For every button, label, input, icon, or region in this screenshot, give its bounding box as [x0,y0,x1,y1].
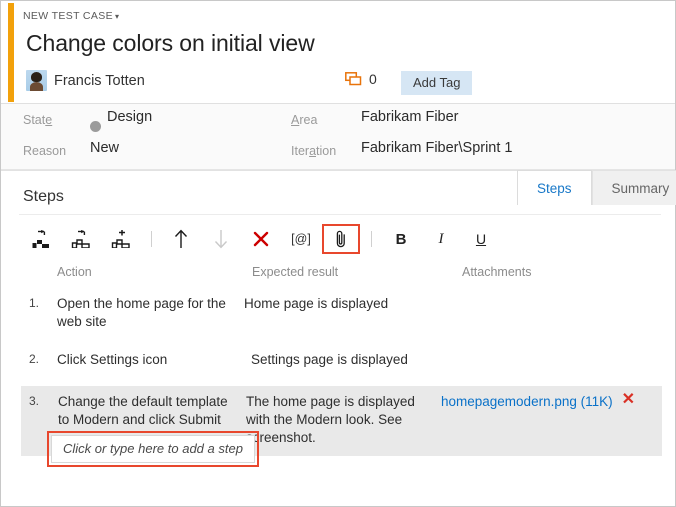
steps-panel-heading: Steps [23,188,64,205]
iteration-value[interactable]: Fabrikam Fiber\Sprint 1 [361,140,513,156]
column-header-attachments: Attachments [462,265,532,279]
tab-steps[interactable]: Steps [517,170,592,205]
column-header-action: Action [57,265,92,279]
table-column-headers: Action Expected result Attachments [1,265,675,287]
avatar [26,70,47,91]
row-number: 2. [28,352,39,366]
fields-strip: State Design Reason New Area Fabrikam Fi… [1,104,675,170]
steps-toolbar: [@] B I U [21,221,661,257]
state-dot [90,121,101,132]
test-case-window: NEW TEST CASE ▾ Change colors on initial … [0,0,676,507]
row-action[interactable]: Open the home page for the web site [39,295,244,331]
state-label: State [23,113,53,127]
italic-icon[interactable]: I [421,223,461,255]
bold-icon[interactable]: B [381,223,421,255]
panel-divider [19,214,661,215]
breadcrumb-label: NEW TEST CASE [23,10,113,22]
state-value[interactable]: Design [107,109,152,125]
breadcrumb[interactable]: NEW TEST CASE ▾ [23,10,119,22]
italic-label: I [438,230,444,247]
steps-panel: Steps [@] B I U Action Expected result A… [1,170,675,473]
move-down-icon[interactable] [201,223,241,255]
column-header-expected: Expected result [252,265,339,279]
table-row[interactable]: 1. Open the home page for the web site H… [1,289,675,337]
remove-attachment-icon[interactable]: ✕ [622,392,635,408]
underline-icon[interactable]: U [461,223,501,255]
insert-parameter-icon[interactable]: [@] [281,223,321,255]
chevron-down-icon[interactable]: ▾ [115,12,119,21]
discussion-count: 0 [369,71,377,87]
insert-step-icon[interactable] [21,223,61,255]
assignee-name: Francis Totten [54,72,145,89]
work-item-header: NEW TEST CASE ▾ Change colors on initial … [1,1,675,104]
row-number: 1. [28,296,39,310]
underline-label: U [475,231,487,247]
row-expected-result[interactable]: Home page is displayed [244,295,444,331]
discussion-count-group[interactable]: 0 [345,71,377,87]
assignee[interactable]: Francis Totten [26,70,145,91]
work-item-accent-bar [8,3,14,102]
iteration-label: Iteration [291,144,337,158]
toolbar-separator-2 [361,223,381,255]
add-step-input[interactable]: Click or type here to add a step [47,431,259,467]
add-tag-button[interactable]: Add Tag [401,71,473,95]
page-title: Change colors on initial view [26,30,315,56]
insert-shared-step-icon[interactable] [61,223,101,255]
attachment-link[interactable]: homepagemodern.png (11K) [441,393,613,411]
area-value[interactable]: Fabrikam Fiber [361,109,459,125]
steps-table: 1. Open the home page for the web site H… [1,289,675,456]
table-row[interactable]: 2. Click Settings icon Settings page is … [1,345,675,375]
area-label: Area [291,113,318,127]
row-attachments [444,295,675,331]
insert-parameter-label: [@] [291,232,311,246]
row-expected-result[interactable]: Settings page is displayed [244,351,444,369]
discussion-icon [345,72,362,86]
tab-summary[interactable]: Summary [591,170,676,205]
delete-step-icon[interactable] [241,223,281,255]
row-action[interactable]: Click Settings icon [39,351,244,369]
bold-label: B [395,230,407,248]
toolbar-separator-1 [141,223,161,255]
row-attachments: homepagemodern.png (11K) ✕ [441,392,662,447]
reason-value[interactable]: New [90,140,119,156]
row-number: 3. [28,394,39,408]
move-up-icon[interactable] [161,223,201,255]
reason-label: Reason [23,144,67,158]
row-attachments [444,351,675,369]
row-expected-result[interactable]: The home page is displayed with the Mode… [241,393,441,447]
tab-bar: Steps Summary [517,170,676,205]
attachment-icon[interactable] [321,223,361,255]
add-step-icon[interactable] [101,223,141,255]
